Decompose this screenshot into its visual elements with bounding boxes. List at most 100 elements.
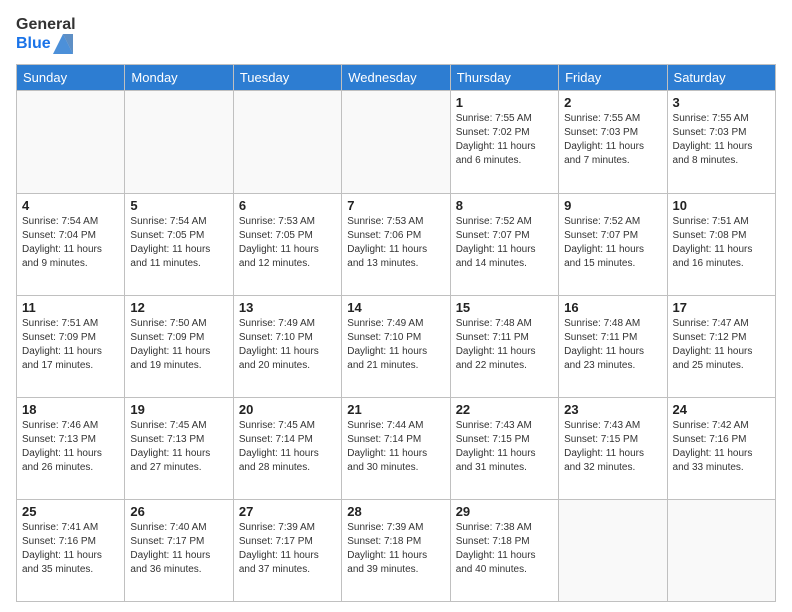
day-number: 23 xyxy=(564,402,661,417)
calendar-day-cell: 8Sunrise: 7:52 AM Sunset: 7:07 PM Daylig… xyxy=(450,193,558,295)
calendar-day-cell: 24 Sunrise: 7:42 AM Sunset: 7:16 PM Dayli… xyxy=(667,397,775,499)
day-number: 20 xyxy=(239,402,336,417)
calendar-day-header: Friday xyxy=(559,65,667,91)
day-info: Sunrise: 7:49 AM Sunset: 7:10 PM Dayligh… xyxy=(239,317,336,373)
day-number: 25 xyxy=(22,504,119,519)
day-number: 4 xyxy=(22,198,119,213)
calendar-day-header: Tuesday xyxy=(233,65,341,91)
calendar-week-row: 25Sunrise: 7:41 AM Sunset: 7:16 PM Dayli… xyxy=(17,499,776,601)
calendar-day-cell: 15 Sunrise: 7:48 AM Sunset: 7:11 PM Dayli… xyxy=(450,295,558,397)
day-number: 21 xyxy=(347,402,444,417)
day-info: Sunrise: 7:55 AM Sunset: 7:02 PM Dayligh… xyxy=(456,112,553,168)
day-number: 18 xyxy=(22,402,119,417)
logo: General Blue xyxy=(16,16,76,54)
day-number: 22 xyxy=(456,402,553,417)
calendar-day-cell: 4Sunrise: 7:54 AM Sunset: 7:04 PM Daylig… xyxy=(17,193,125,295)
day-info: Sunrise: 7:44 AM Sunset: 7:14 PM Dayligh… xyxy=(347,419,444,475)
calendar-day-cell xyxy=(17,91,125,193)
calendar-day-cell: 12 Sunrise: 7:50 AM Sunset: 7:09 PM Dayli… xyxy=(125,295,233,397)
header: General Blue xyxy=(16,16,776,54)
day-info: Sunrise: 7:38 AM Sunset: 7:18 PM Dayligh… xyxy=(456,521,553,577)
calendar-day-cell: 6Sunrise: 7:53 AM Sunset: 7:05 PM Daylig… xyxy=(233,193,341,295)
day-info: Sunrise: 7:50 AM Sunset: 7:09 PM Dayligh… xyxy=(130,317,227,373)
day-number: 27 xyxy=(239,504,336,519)
day-number: 13 xyxy=(239,300,336,315)
calendar-day-header: Thursday xyxy=(450,65,558,91)
day-info: Sunrise: 7:51 AM Sunset: 7:08 PM Dayligh… xyxy=(673,215,770,271)
day-info: Sunrise: 7:42 AM Sunset: 7:16 PM Dayligh… xyxy=(673,419,770,475)
calendar-day-header: Monday xyxy=(125,65,233,91)
calendar-day-cell: 28 Sunrise: 7:39 AM Sunset: 7:18 PM Dayli… xyxy=(342,499,450,601)
calendar-day-cell: 9Sunrise: 7:52 AM Sunset: 7:07 PM Daylig… xyxy=(559,193,667,295)
day-number: 15 xyxy=(456,300,553,315)
calendar-day-cell: 10 Sunrise: 7:51 AM Sunset: 7:08 PM Dayli… xyxy=(667,193,775,295)
day-number: 2 xyxy=(564,95,661,110)
day-number: 16 xyxy=(564,300,661,315)
calendar-day-cell xyxy=(125,91,233,193)
calendar-week-row: 1 Sunrise: 7:55 AM Sunset: 7:02 PM Daylig… xyxy=(17,91,776,193)
calendar-day-cell xyxy=(667,499,775,601)
day-info: Sunrise: 7:45 AM Sunset: 7:13 PM Dayligh… xyxy=(130,419,227,475)
calendar-day-cell: 2 Sunrise: 7:55 AM Sunset: 7:03 PM Daylig… xyxy=(559,91,667,193)
calendar-week-row: 4Sunrise: 7:54 AM Sunset: 7:04 PM Daylig… xyxy=(17,193,776,295)
calendar-day-cell: 29 Sunrise: 7:38 AM Sunset: 7:18 PM Dayli… xyxy=(450,499,558,601)
calendar-week-row: 18 Sunrise: 7:46 AM Sunset: 7:13 PM Dayli… xyxy=(17,397,776,499)
day-number: 14 xyxy=(347,300,444,315)
day-number: 1 xyxy=(456,95,553,110)
day-info: Sunrise: 7:47 AM Sunset: 7:12 PM Dayligh… xyxy=(673,317,770,373)
day-number: 17 xyxy=(673,300,770,315)
calendar-day-cell: 5Sunrise: 7:54 AM Sunset: 7:05 PM Daylig… xyxy=(125,193,233,295)
day-info: Sunrise: 7:52 AM Sunset: 7:07 PM Dayligh… xyxy=(456,215,553,271)
calendar-day-header: Saturday xyxy=(667,65,775,91)
calendar-day-header: Sunday xyxy=(17,65,125,91)
day-number: 19 xyxy=(130,402,227,417)
day-info: Sunrise: 7:48 AM Sunset: 7:11 PM Dayligh… xyxy=(564,317,661,373)
calendar-day-cell xyxy=(559,499,667,601)
calendar-day-cell: 25Sunrise: 7:41 AM Sunset: 7:16 PM Dayli… xyxy=(17,499,125,601)
day-number: 7 xyxy=(347,198,444,213)
logo-triangle-icon xyxy=(53,34,73,54)
day-number: 24 xyxy=(673,402,770,417)
calendar-day-cell: 16 Sunrise: 7:48 AM Sunset: 7:11 PM Dayli… xyxy=(559,295,667,397)
calendar-day-cell: 11 Sunrise: 7:51 AM Sunset: 7:09 PM Dayli… xyxy=(17,295,125,397)
calendar-day-cell: 20 Sunrise: 7:45 AM Sunset: 7:14 PM Dayli… xyxy=(233,397,341,499)
day-number: 11 xyxy=(22,300,119,315)
day-info: Sunrise: 7:49 AM Sunset: 7:10 PM Dayligh… xyxy=(347,317,444,373)
day-info: Sunrise: 7:43 AM Sunset: 7:15 PM Dayligh… xyxy=(456,419,553,475)
day-info: Sunrise: 7:53 AM Sunset: 7:06 PM Dayligh… xyxy=(347,215,444,271)
day-info: Sunrise: 7:53 AM Sunset: 7:05 PM Dayligh… xyxy=(239,215,336,271)
calendar-header-row: SundayMondayTuesdayWednesdayThursdayFrid… xyxy=(17,65,776,91)
day-number: 29 xyxy=(456,504,553,519)
day-number: 28 xyxy=(347,504,444,519)
calendar-day-cell: 23 Sunrise: 7:43 AM Sunset: 7:15 PM Dayli… xyxy=(559,397,667,499)
day-number: 5 xyxy=(130,198,227,213)
day-info: Sunrise: 7:48 AM Sunset: 7:11 PM Dayligh… xyxy=(456,317,553,373)
calendar-day-cell: 21 Sunrise: 7:44 AM Sunset: 7:14 PM Dayli… xyxy=(342,397,450,499)
calendar-day-cell: 26 Sunrise: 7:40 AM Sunset: 7:17 PM Dayli… xyxy=(125,499,233,601)
calendar-day-header: Wednesday xyxy=(342,65,450,91)
day-info: Sunrise: 7:43 AM Sunset: 7:15 PM Dayligh… xyxy=(564,419,661,475)
calendar: SundayMondayTuesdayWednesdayThursdayFrid… xyxy=(16,64,776,602)
calendar-day-cell: 3Sunrise: 7:55 AM Sunset: 7:03 PM Daylig… xyxy=(667,91,775,193)
day-number: 10 xyxy=(673,198,770,213)
day-info: Sunrise: 7:40 AM Sunset: 7:17 PM Dayligh… xyxy=(130,521,227,577)
calendar-day-cell: 14 Sunrise: 7:49 AM Sunset: 7:10 PM Dayli… xyxy=(342,295,450,397)
day-info: Sunrise: 7:52 AM Sunset: 7:07 PM Dayligh… xyxy=(564,215,661,271)
calendar-day-cell: 7 Sunrise: 7:53 AM Sunset: 7:06 PM Daylig… xyxy=(342,193,450,295)
day-info: Sunrise: 7:39 AM Sunset: 7:18 PM Dayligh… xyxy=(347,521,444,577)
calendar-day-cell xyxy=(342,91,450,193)
calendar-day-cell: 17 Sunrise: 7:47 AM Sunset: 7:12 PM Dayli… xyxy=(667,295,775,397)
day-info: Sunrise: 7:51 AM Sunset: 7:09 PM Dayligh… xyxy=(22,317,119,373)
day-number: 12 xyxy=(130,300,227,315)
calendar-day-cell: 19 Sunrise: 7:45 AM Sunset: 7:13 PM Dayli… xyxy=(125,397,233,499)
day-info: Sunrise: 7:46 AM Sunset: 7:13 PM Dayligh… xyxy=(22,419,119,475)
calendar-day-cell: 18 Sunrise: 7:46 AM Sunset: 7:13 PM Dayli… xyxy=(17,397,125,499)
day-info: Sunrise: 7:45 AM Sunset: 7:14 PM Dayligh… xyxy=(239,419,336,475)
day-info: Sunrise: 7:55 AM Sunset: 7:03 PM Dayligh… xyxy=(564,112,661,168)
calendar-day-cell: 27Sunrise: 7:39 AM Sunset: 7:17 PM Dayli… xyxy=(233,499,341,601)
calendar-week-row: 11 Sunrise: 7:51 AM Sunset: 7:09 PM Dayli… xyxy=(17,295,776,397)
page: General Blue SundayMondayTuesdayWednesda… xyxy=(0,0,792,612)
day-number: 26 xyxy=(130,504,227,519)
day-info: Sunrise: 7:55 AM Sunset: 7:03 PM Dayligh… xyxy=(673,112,770,168)
calendar-day-cell xyxy=(233,91,341,193)
